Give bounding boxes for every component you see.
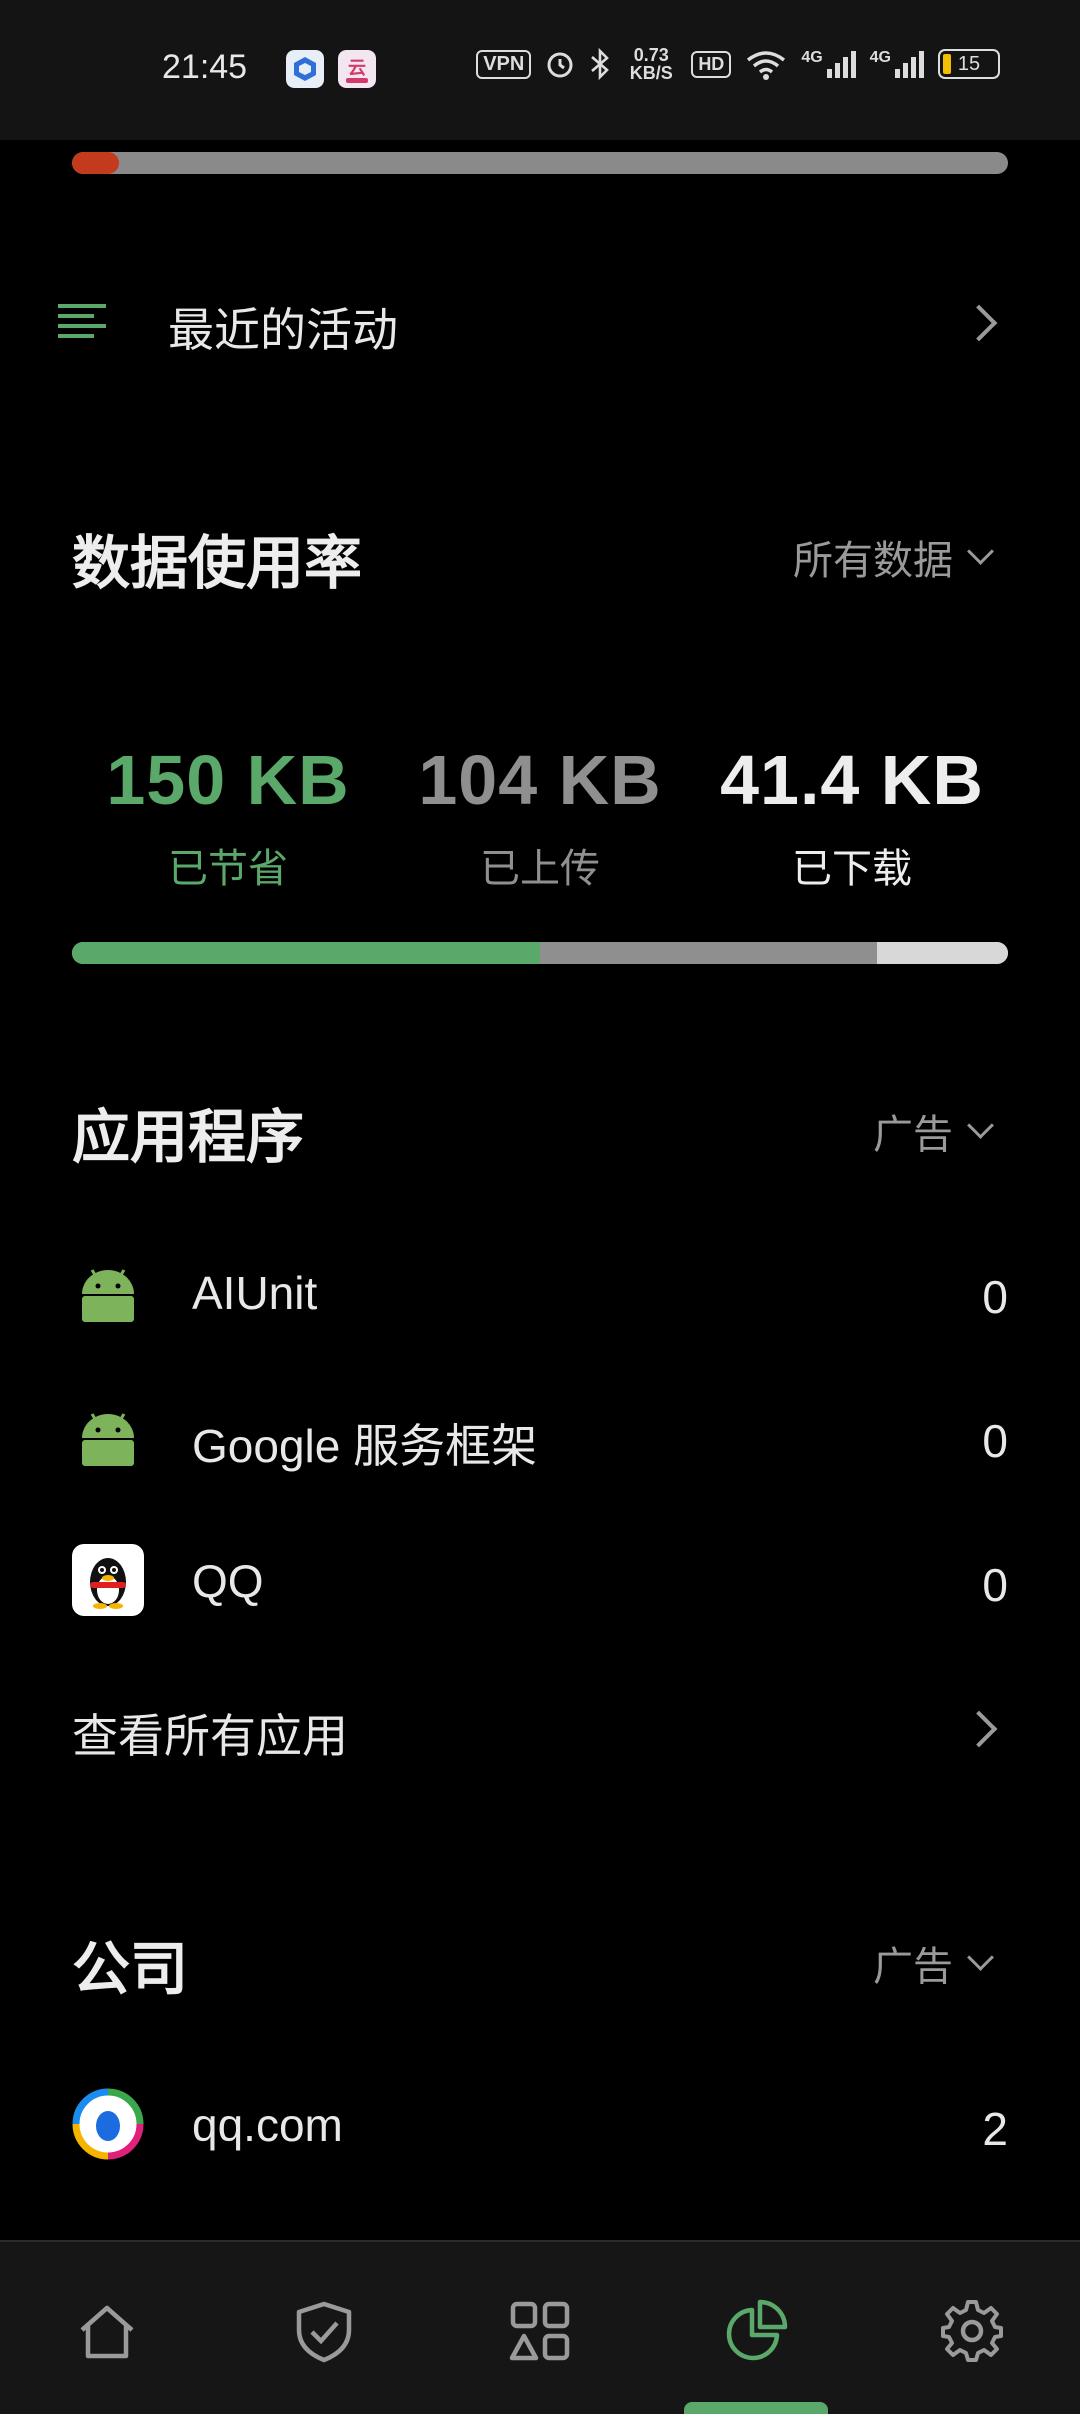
view-all-apps-label: 查看所有应用 [72, 1710, 348, 1762]
hd-badge: HD [691, 50, 732, 78]
stat-saved: 150 KB 已节省 [68, 740, 388, 894]
chevron-right-icon [960, 1710, 998, 1748]
app-row[interactable]: Google 服务框架 0 [0, 1382, 1080, 1492]
vpn-badge: VPN [476, 49, 532, 79]
companies-title: 公司 [72, 1937, 189, 2002]
apps-title: 应用程序 [72, 1105, 305, 1170]
bottom-navigation [0, 2240, 1080, 2414]
recent-activity-row[interactable]: 最近的活动 [0, 272, 1080, 372]
company-row[interactable]: qq.com 2 [0, 2070, 1080, 2180]
wifi-icon [747, 51, 786, 80]
shield-check-icon[interactable] [289, 2296, 359, 2366]
app-name: AIUnit [192, 1267, 318, 1319]
app-count: 0 [982, 1271, 1008, 1323]
apps-filter-dropdown[interactable]: 广告 [873, 1102, 994, 1160]
home-icon[interactable] [72, 2296, 142, 2366]
bluetooth-icon [591, 48, 610, 80]
svg-text:云: 云 [348, 58, 366, 79]
companies-filter-label: 广告 [873, 1945, 953, 1989]
status-bar: 21:45 云 VPN 0.73 KB/S HD 4G 4G 15 [0, 0, 1080, 140]
app-row[interactable]: QQ 0 [0, 1526, 1080, 1636]
stat-uploaded: 104 KB 已上传 [380, 740, 700, 894]
stat-value: 41.4 KB [720, 741, 984, 819]
app-row[interactable]: AIUnit 0 [0, 1238, 1080, 1348]
stat-value: 104 KB [418, 741, 662, 819]
data-usage-bar [72, 942, 1008, 964]
cell-signal-icon [826, 51, 856, 78]
alarm-icon [547, 52, 573, 78]
data-usage-bar-segment [876, 942, 1008, 964]
app-notification-icon [286, 50, 324, 88]
signal-1: 4G [801, 49, 856, 79]
android-icon [82, 1269, 134, 1322]
apps-filter-label: 广告 [873, 1113, 953, 1157]
stat-value: 150 KB [106, 741, 350, 819]
stat-label: 已下载 [792, 847, 912, 891]
tencent-icon [72, 2088, 144, 2160]
chevron-right-icon [960, 304, 998, 342]
data-usage-bar-segment [540, 942, 877, 964]
data-usage-title: 数据使用率 [72, 531, 363, 596]
data-usage-filter-label: 所有数据 [793, 539, 953, 583]
signal-2: 4G [870, 49, 924, 79]
stat-downloaded: 41.4 KB 已下载 [692, 740, 1012, 894]
nav-active-indicator [684, 2402, 828, 2414]
android-icon [82, 1413, 134, 1466]
battery-icon: 15 [938, 49, 1000, 79]
company-count: 2 [982, 2103, 1008, 2155]
chevron-down-icon [967, 1111, 994, 1139]
app-name: Google 服务框架 [192, 1420, 538, 1472]
apps-grid-icon[interactable] [505, 2296, 575, 2366]
recent-activity-label: 最近的活动 [168, 304, 398, 356]
top-progress-fill [72, 152, 119, 174]
view-all-apps-row[interactable]: 查看所有应用 [0, 1678, 1080, 1778]
company-name: qq.com [192, 2099, 343, 2151]
list-icon [58, 304, 106, 338]
companies-filter-dropdown[interactable]: 广告 [873, 1934, 994, 1992]
network-speed: 0.73 KB/S [629, 45, 673, 83]
data-usage-filter-dropdown[interactable]: 所有数据 [793, 528, 994, 586]
app-count: 0 [982, 1415, 1008, 1467]
pie-chart-icon[interactable] [721, 2296, 791, 2366]
data-usage-bar-segment [72, 942, 540, 964]
app-name: QQ [192, 1555, 264, 1607]
gear-icon[interactable] [937, 2296, 1007, 2366]
chevron-down-icon [967, 537, 994, 565]
stat-label: 已上传 [480, 847, 600, 891]
cell-signal-icon [895, 51, 924, 78]
app-count: 0 [982, 1559, 1008, 1611]
qq-penguin-icon [72, 1544, 144, 1616]
stat-label: 已节省 [168, 847, 288, 891]
status-time: 21:45 [162, 48, 248, 86]
top-progress-bar [72, 152, 1008, 174]
app-notification-icon: 云 [338, 50, 376, 88]
chevron-down-icon [967, 1943, 994, 1971]
status-icons: VPN 0.73 KB/S HD 4G 4G 15 [476, 46, 1000, 82]
